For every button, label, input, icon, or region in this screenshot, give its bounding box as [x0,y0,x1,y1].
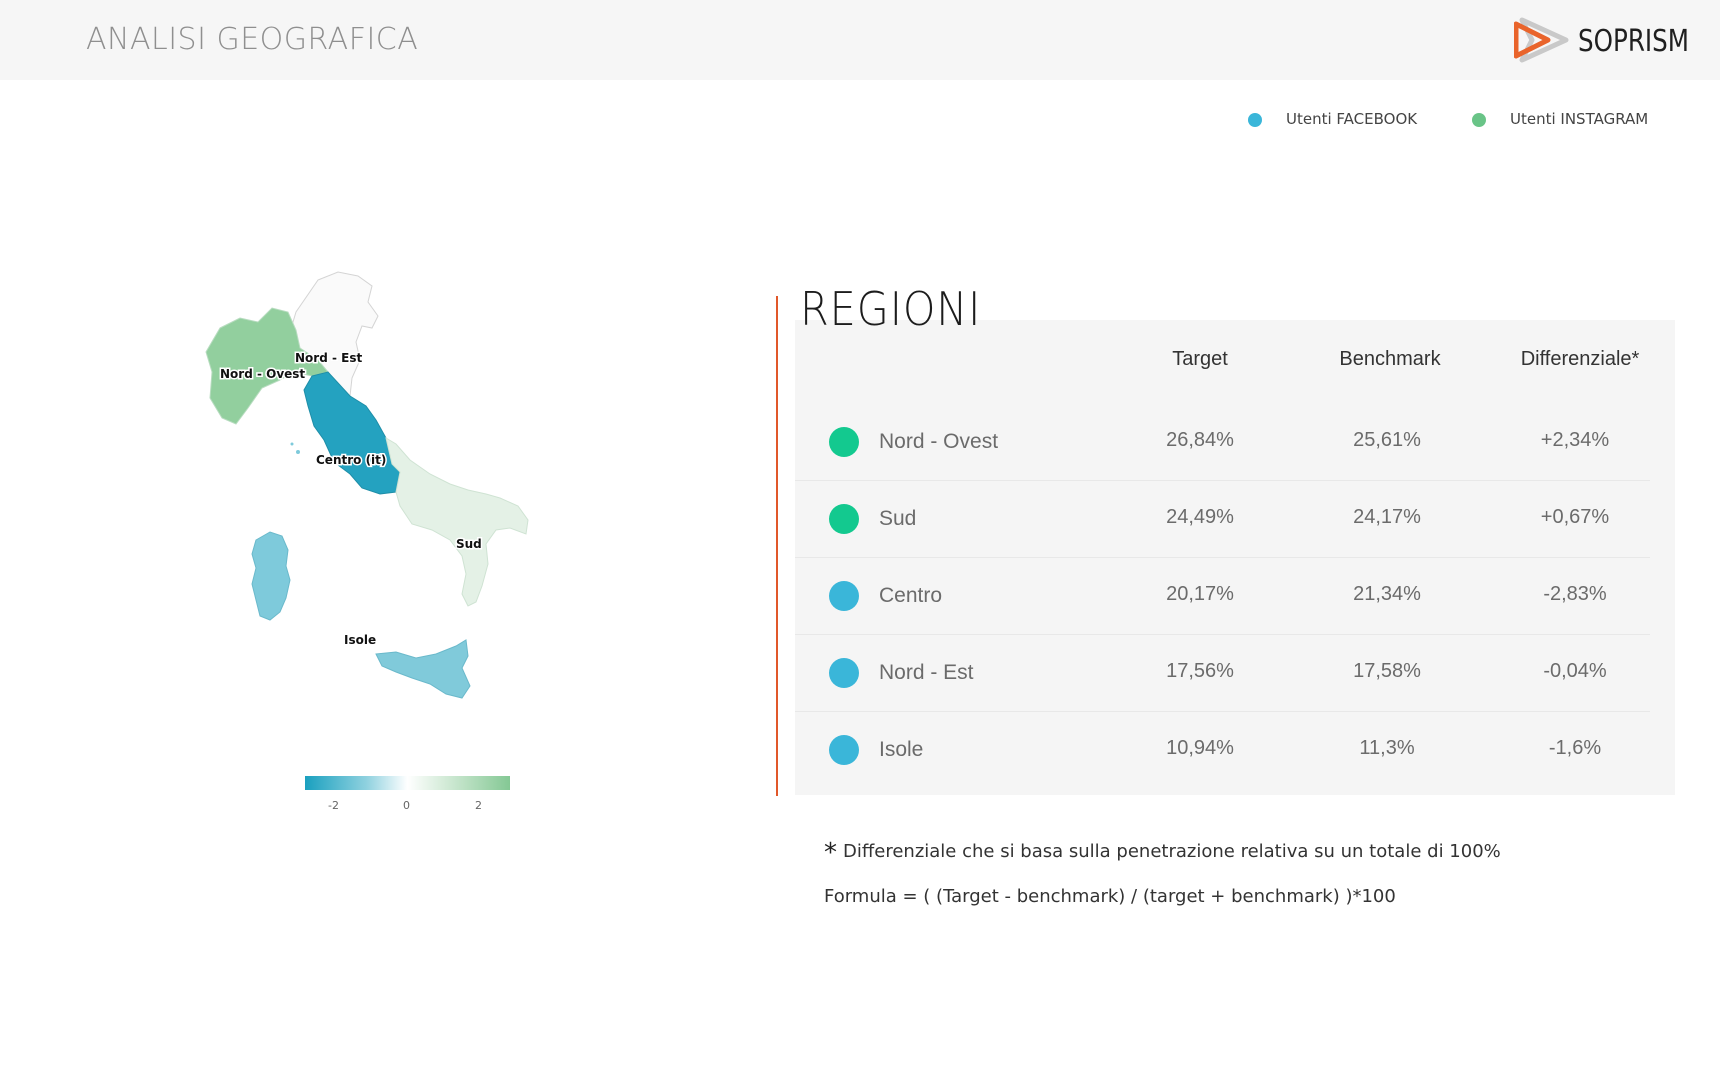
table-row: Nord - Est 17,56% 17,58% -0,04% [795,634,1650,712]
footnote-star: * [824,838,837,868]
row-differenziale: +2,34% [1540,429,1610,451]
row-target: 24,49% [1166,506,1234,528]
footnote-text: Differenziale che si basa sulla penetraz… [843,841,1501,862]
row-target: 10,94% [1166,737,1234,759]
row-benchmark: 21,34% [1353,583,1421,605]
legend-instagram-label: Utenti INSTAGRAM [1510,110,1649,128]
row-target: 17,56% [1166,660,1234,682]
row-region-name: Isole [879,738,924,761]
scale-tick-min: -2 [328,799,339,812]
row-differenziale: +0,67% [1540,506,1610,528]
formula-text: Formula = ( (Target - benchmark) / (targ… [824,886,1396,907]
row-region-name: Nord - Ovest [879,430,999,453]
row-region-name: Centro [879,584,943,607]
row-benchmark: 11,3% [1359,737,1415,759]
regions-title: REGIONI [800,282,982,336]
facebook-dot [1248,113,1262,127]
map-label-isole: Isole [344,633,376,647]
logo-text: SOPRISM [1578,24,1690,59]
row-differenziale: -1,6% [1548,737,1602,759]
map-label-centro: Centro (it) [316,453,386,467]
table-row: Nord - Ovest 26,84% 25,61% +2,34% [795,403,1650,481]
column-header-benchmark: Benchmark [1339,348,1441,370]
table-row: Centro 20,17% 21,34% -2,83% [795,557,1650,635]
map-color-scale [305,776,510,790]
row-target: 20,17% [1166,583,1234,605]
column-header-target: Target [1172,348,1228,370]
region-sud [385,436,529,607]
row-color-dot [829,504,859,534]
map-label-nord-ovest: Nord - Ovest [220,367,305,381]
row-color-dot [829,658,859,688]
table-row: Sud 24,49% 24,17% +0,67% [795,480,1650,558]
map-label-nord-est: Nord - Est [295,351,362,365]
row-color-dot [829,581,859,611]
row-color-dot [829,735,859,765]
scale-tick-max: 2 [475,799,482,812]
region-sardegna [251,531,291,621]
table-row: Isole 10,94% 11,3% -1,6% [795,711,1650,788]
row-region-name: Sud [879,507,917,530]
map-label-sud: Sud [456,537,482,551]
row-benchmark: 24,17% [1353,506,1421,528]
row-target: 26,84% [1166,429,1234,451]
page-title: ANALISI GEOGRAFICA [86,22,419,57]
row-benchmark: 17,58% [1353,660,1421,682]
footnote: * Differenziale che si basa sulla penetra… [824,838,1501,868]
italy-region-map: Nord - Est Nord - Ovest Centro (it) Sud … [205,271,529,699]
region-sicilia [375,639,471,699]
row-differenziale: -0,04% [1543,660,1607,682]
logo-icon [1513,17,1569,63]
row-differenziale: -2,83% [1543,583,1607,605]
column-header-differenziale: Differenziale* [1520,348,1640,370]
instagram-dot [1472,113,1486,127]
legend-facebook-label: Utenti FACEBOOK [1286,110,1418,128]
scale-tick-mid: 0 [403,799,410,812]
row-region-name: Nord - Est [879,661,974,684]
region-centro [303,371,401,495]
accent-divider [776,296,778,796]
row-color-dot [829,427,859,457]
soprism-logo: SOPRISM [1513,14,1704,66]
row-benchmark: 25,61% [1353,429,1421,451]
